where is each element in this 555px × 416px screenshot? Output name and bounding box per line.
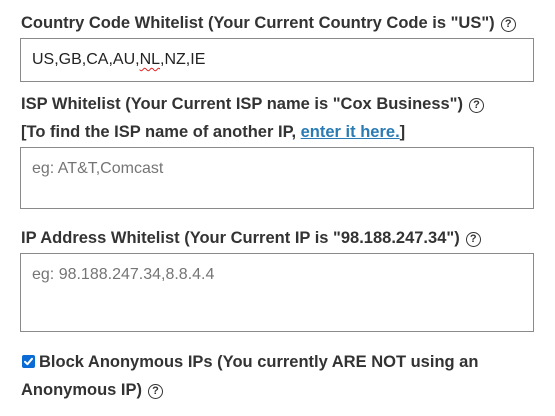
help-icon[interactable]: ? bbox=[469, 98, 484, 113]
ip-whitelist-label-text: IP Address Whitelist (Your Current IP is… bbox=[21, 229, 460, 247]
isp-placeholder: eg: AT&T,Comcast bbox=[32, 160, 164, 177]
isp-whitelist-textarea[interactable]: eg: AT&T,Comcast bbox=[20, 147, 534, 209]
ip-whitelist-label: IP Address Whitelist (Your Current IP is… bbox=[21, 228, 481, 248]
isp-whitelist-label: ISP Whitelist (Your Current ISP name is … bbox=[21, 94, 484, 114]
help-icon[interactable]: ? bbox=[465, 232, 481, 247]
block-anonymous-checkbox[interactable] bbox=[22, 355, 35, 368]
block-anonymous-label-line2: Anonymous IP)? bbox=[21, 380, 164, 400]
help-icon[interactable]: ? bbox=[500, 17, 516, 32]
block-anonymous-label-line1: Block Anonymous IPs (You currently ARE N… bbox=[39, 352, 478, 372]
country-whitelist-label: Country Code Whitelist (Your Current Cou… bbox=[21, 13, 516, 33]
country-value-part-2: NL bbox=[139, 51, 161, 68]
isp-whitelist-label-text: ISP Whitelist (Your Current ISP name is … bbox=[21, 95, 463, 113]
ip-placeholder: eg: 98.188.247.34,8.8.4.4 bbox=[32, 266, 215, 283]
country-value-part-1: US,GB,CA,AU, bbox=[32, 51, 140, 68]
country-value-part-3: ,NZ,IE bbox=[160, 51, 206, 68]
country-whitelist-input[interactable]: US,GB,CA,AU,NL,NZ,IE bbox=[20, 38, 534, 82]
isp-hint-suffix: ] bbox=[399, 123, 406, 141]
checkmark-icon bbox=[24, 357, 33, 366]
country-whitelist-label-text: Country Code Whitelist (Your Current Cou… bbox=[21, 14, 495, 32]
ip-whitelist-textarea[interactable]: eg: 98.188.247.34,8.8.4.4 bbox=[20, 253, 534, 332]
isp-hint: [To find the ISP name of another IP, ent… bbox=[21, 122, 405, 142]
isp-hint-prefix: [To find the ISP name of another IP, bbox=[21, 123, 301, 141]
help-icon[interactable]: ? bbox=[148, 384, 164, 399]
block-anonymous-label-text-2: Anonymous IP) bbox=[21, 381, 143, 399]
enter-it-here-link[interactable]: enter it here. bbox=[301, 123, 400, 141]
block-anonymous-label-text-1: Block Anonymous IPs (You currently ARE N… bbox=[39, 353, 479, 371]
